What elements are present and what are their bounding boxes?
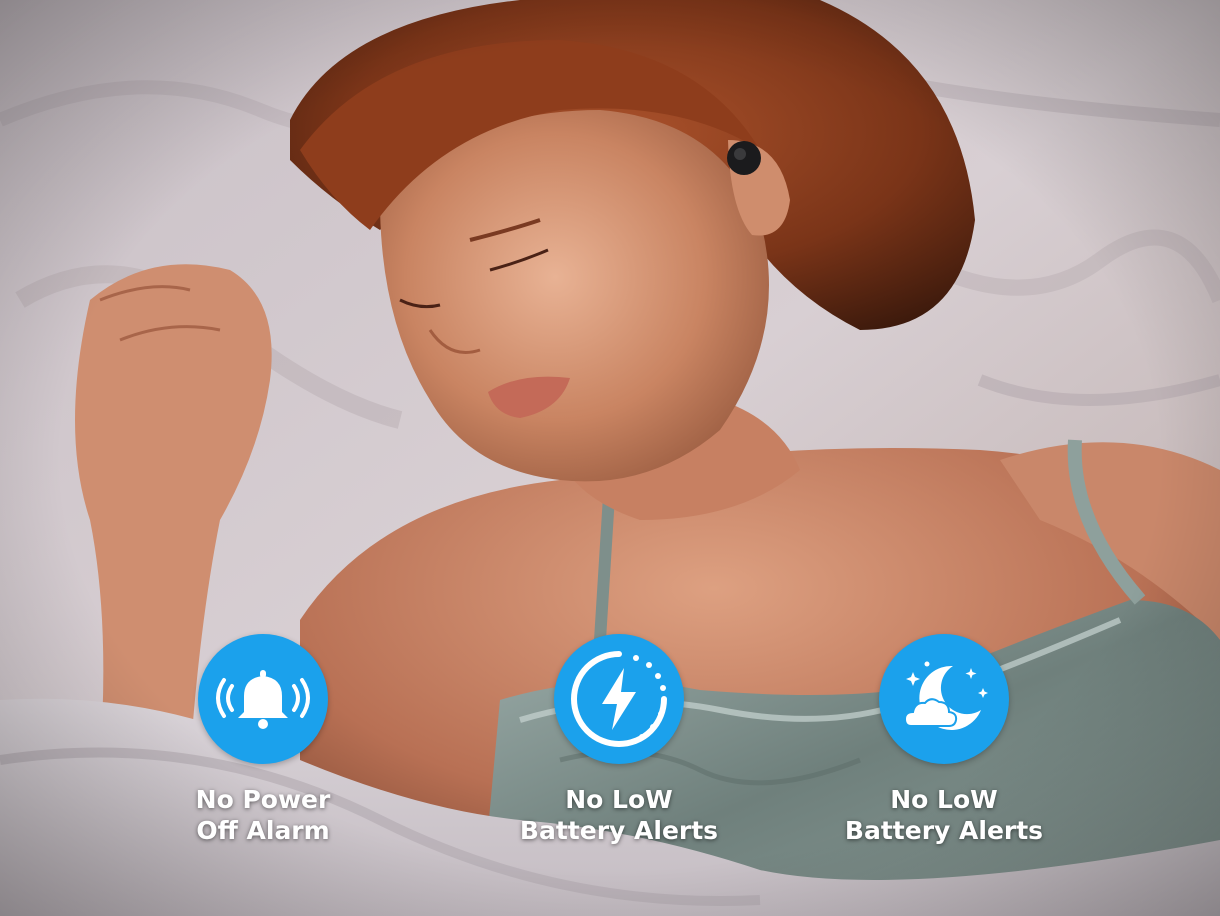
- feature-badge: [554, 634, 684, 764]
- feature-caption: No Power Off Alarm: [196, 784, 331, 846]
- feature-caption-line1: No LoW: [565, 785, 673, 814]
- feature-no-low-battery-alerts: No LoW Battery Alerts: [479, 634, 759, 846]
- product-image: No Power Off Alarm No LoW Battery Alerts: [0, 0, 1220, 916]
- feature-caption-line2: Battery Alerts: [519, 816, 719, 845]
- feature-caption-line1: No Power: [195, 785, 331, 814]
- feature-badge: [879, 634, 1009, 764]
- feature-caption-line1: No LoW: [890, 785, 998, 814]
- feature-badge: [198, 634, 328, 764]
- feature-caption: No LoW Battery Alerts: [845, 784, 1043, 846]
- moon-cloud-icon: [903, 661, 988, 730]
- feature-no-power-off-alarm: No Power Off Alarm: [123, 634, 403, 846]
- feature-caption: No LoW Battery Alerts: [520, 784, 718, 846]
- lightning-bolt-icon: [571, 651, 667, 747]
- feature-caption-line2: Battery Alerts: [844, 816, 1044, 845]
- feature-no-low-battery-alerts-night: No LoW Battery Alerts: [804, 634, 1084, 846]
- bell-icon: [216, 670, 310, 729]
- feature-caption-line2: Off Alarm: [196, 816, 330, 845]
